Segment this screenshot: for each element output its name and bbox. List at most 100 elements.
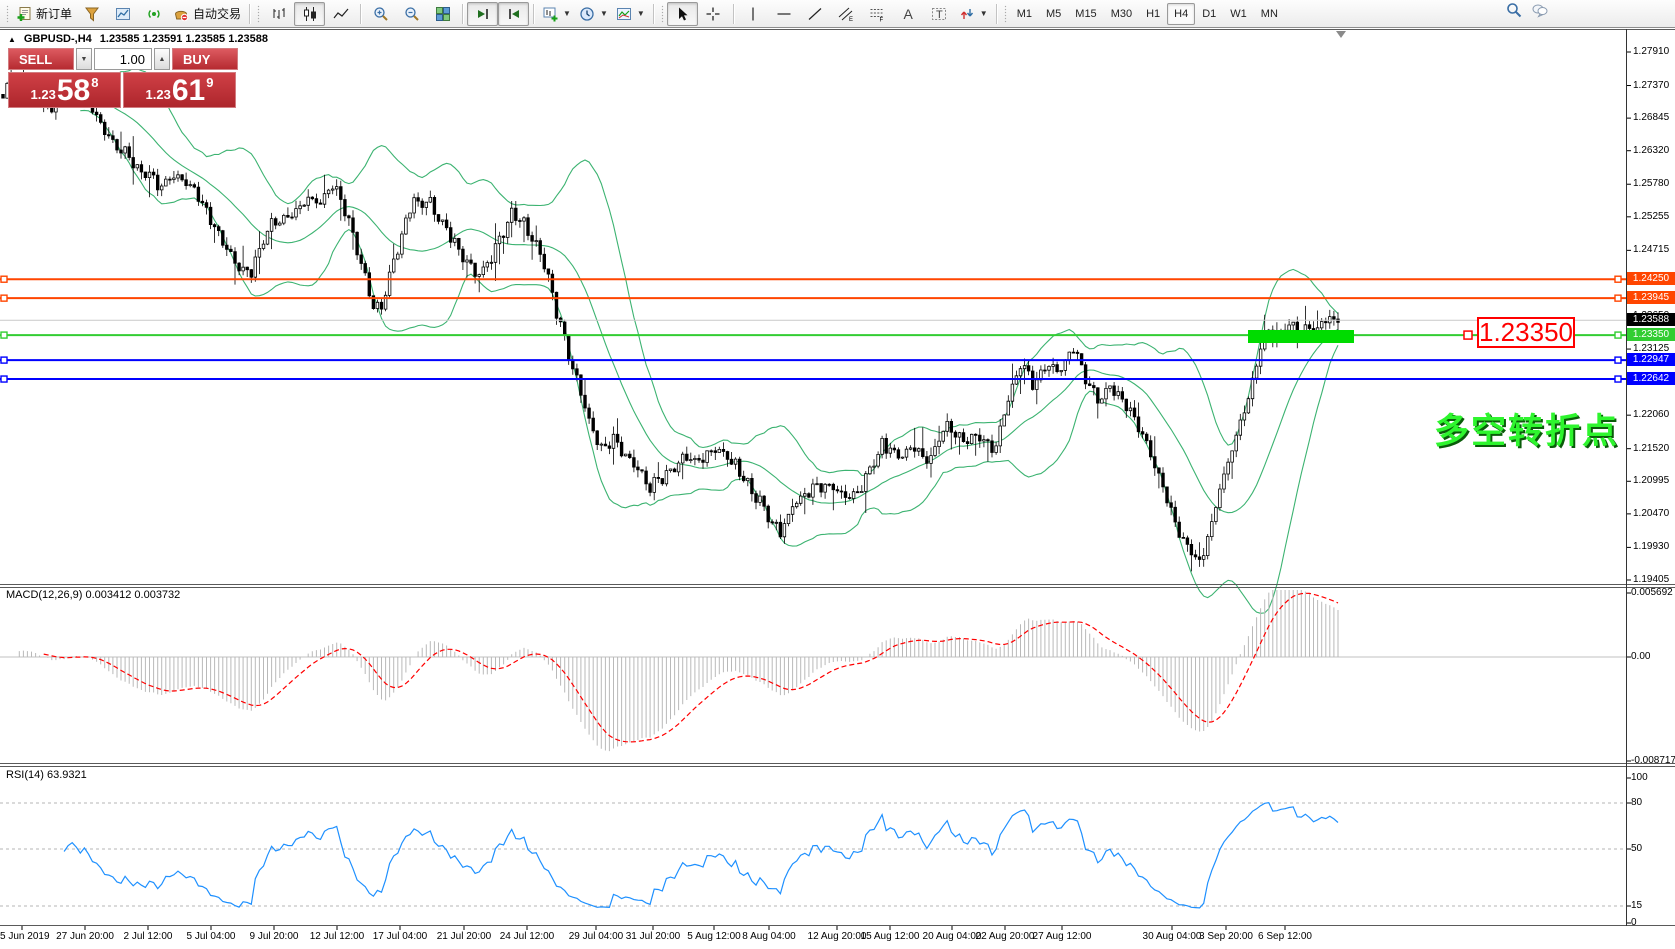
price-axis-label: 1.19930 (1633, 541, 1675, 552)
channel-button[interactable]: E (831, 2, 862, 26)
auto-scroll-button[interactable] (498, 2, 529, 26)
chart-colors-button[interactable] (76, 2, 107, 26)
new-chart-icon (542, 6, 558, 22)
bar-chart-button[interactable] (263, 2, 294, 26)
collapse-arrow-icon[interactable]: ▲ (8, 35, 16, 44)
main-toolbar: 新订单 自动交易 (0, 0, 1675, 28)
price-axis-label: 1.21520 (1633, 443, 1675, 454)
buy-price-display[interactable]: 1.23 61 9 (123, 72, 236, 108)
sell-button[interactable]: SELL (8, 48, 74, 70)
autotrade-button[interactable]: 自动交易 (169, 2, 245, 26)
chart-annotation-text[interactable]: 多空转折点 (1434, 403, 1619, 454)
zoom-in-icon (373, 6, 389, 22)
panel-separator[interactable] (0, 587, 1675, 588)
cursor-icon (674, 6, 690, 22)
zoom-out-button[interactable] (396, 2, 427, 26)
price-line-badge: 1.23945 (1627, 291, 1675, 304)
toolbar-separator (462, 4, 463, 24)
toolbar-grip[interactable] (257, 5, 260, 23)
time-axis-label: 30 Aug 04:00 (1143, 931, 1202, 942)
volume-input[interactable] (94, 48, 152, 70)
timeframe-M5[interactable]: M5 (1039, 3, 1068, 25)
crosshair-button[interactable] (698, 2, 729, 26)
fibonacci-button[interactable]: F (862, 2, 893, 26)
timeframe-H1[interactable]: H1 (1139, 3, 1167, 25)
time-axis-label: 27 Aug 12:00 (1033, 931, 1092, 942)
line-chart-button[interactable] (325, 2, 356, 26)
toolbar-separator (533, 4, 534, 24)
cursor-button[interactable] (667, 2, 698, 26)
timeframe-H4[interactable]: H4 (1167, 3, 1195, 25)
clock-icon (579, 6, 595, 22)
chart-top-border (0, 29, 1675, 30)
volume-increase-button[interactable]: ▲ (154, 48, 170, 70)
price-chart-canvas[interactable] (0, 0, 1675, 949)
toolbar-grip[interactable] (661, 5, 664, 23)
sell-price-display[interactable]: 1.23 58 8 (8, 72, 121, 108)
timeframe-W1[interactable]: W1 (1223, 3, 1254, 25)
dropdown-caret-icon: ▼ (563, 9, 571, 18)
macd-label: MACD(12,26,9) 0.003412 0.003732 (6, 589, 180, 601)
price-axis-label: 1.25255 (1633, 211, 1675, 222)
toolbar-separator (996, 4, 997, 24)
chat-icon[interactable] (1532, 2, 1548, 18)
price-axis-label: 1.20995 (1633, 475, 1675, 486)
price-axis-label: 1.26845 (1633, 112, 1675, 123)
profiles-button[interactable] (107, 2, 138, 26)
new-chart-button[interactable]: ▼ (538, 2, 575, 26)
trendline-button[interactable] (800, 2, 831, 26)
toolbar-grip[interactable] (6, 5, 9, 23)
price-label-object[interactable]: 1.23350 (1477, 317, 1575, 348)
chart-shift-button[interactable] (467, 2, 498, 26)
panel-separator[interactable] (0, 766, 1675, 767)
timeframe-D1[interactable]: D1 (1195, 3, 1223, 25)
timeframe-M30[interactable]: M30 (1104, 3, 1139, 25)
line-chart-icon (333, 6, 349, 22)
time-axis-label: 17 Jul 04:00 (373, 931, 428, 942)
toolbar-grip[interactable] (1004, 5, 1007, 23)
panel-separator[interactable] (0, 584, 1675, 585)
dropdown-caret-icon: ▼ (600, 9, 608, 18)
new-order-button[interactable]: 新订单 (12, 2, 76, 26)
zoom-in-button[interactable] (365, 2, 396, 26)
profiles-icon (115, 6, 131, 22)
time-axis-label: 24 Jul 12:00 (500, 931, 555, 942)
vertical-line-button[interactable] (738, 2, 769, 26)
funnel-icon (84, 6, 100, 22)
text-label-button[interactable]: T (924, 2, 955, 26)
arrows-button[interactable]: ▼ (955, 2, 992, 26)
time-axis-label: 31 Jul 20:00 (626, 931, 681, 942)
signals-button[interactable] (138, 2, 169, 26)
timeframe-M1[interactable]: M1 (1010, 3, 1039, 25)
timeframe-MN[interactable]: MN (1254, 3, 1285, 25)
rsi-scale-label: 50 (1631, 843, 1642, 854)
svg-text:T: T (936, 9, 943, 21)
indicators-button[interactable]: ▼ (612, 2, 649, 26)
toolbar-separator (653, 4, 654, 24)
macd-scale-label: -0.008717 (1631, 755, 1675, 766)
tile-windows-button[interactable] (427, 2, 458, 26)
volume-decrease-button[interactable]: ▼ (76, 48, 92, 70)
crosshair-icon (705, 6, 721, 22)
text-tool-button[interactable]: A (893, 2, 924, 26)
time-axis-label: 6 Sep 12:00 (1258, 931, 1312, 942)
zoom-out-icon (404, 6, 420, 22)
time-axis-label: 29 Jul 04:00 (569, 931, 624, 942)
trendline-icon (807, 6, 823, 22)
period-button[interactable]: ▼ (575, 2, 612, 26)
candlestick-chart-button[interactable] (294, 2, 325, 26)
buy-button[interactable]: BUY (172, 48, 238, 70)
price-line-badge: 1.24250 (1627, 272, 1675, 285)
signal-icon (146, 6, 162, 22)
sell-price-prefix: 1.23 (31, 87, 56, 102)
panel-separator[interactable] (0, 763, 1675, 764)
autotrade-icon (173, 6, 189, 22)
price-axis-label: 1.20470 (1633, 508, 1675, 519)
rsi-label: RSI(14) 63.9321 (6, 769, 87, 781)
horizontal-line-button[interactable] (769, 2, 800, 26)
symbol-period-label: GBPUSD-,H4 (24, 33, 92, 45)
toolbar-separator (249, 4, 250, 24)
price-line-badge: 1.23350 (1627, 328, 1675, 341)
search-icon[interactable] (1506, 2, 1522, 18)
timeframe-M15[interactable]: M15 (1068, 3, 1103, 25)
